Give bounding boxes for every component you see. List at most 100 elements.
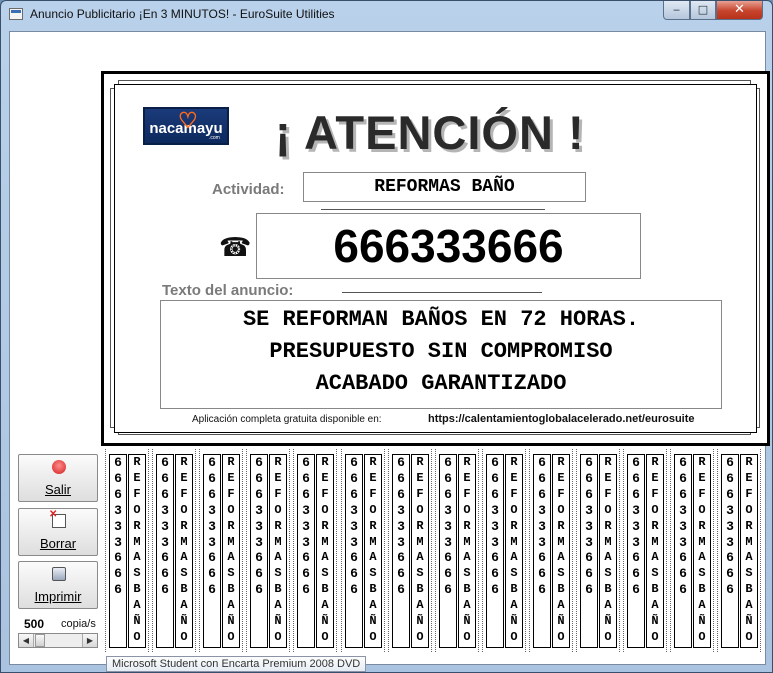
strip-char: R xyxy=(745,518,753,533)
strip-char: A xyxy=(321,550,329,565)
strip-char: R xyxy=(604,455,612,469)
strip-activity: REFORMASBAÑO xyxy=(316,454,334,648)
strip-char: 6 xyxy=(444,582,452,598)
strip-char: Ñ xyxy=(745,614,753,629)
strip-char: R xyxy=(227,518,235,533)
close-button[interactable]: ✕ xyxy=(716,1,763,20)
strip-char: R xyxy=(321,455,329,469)
strip-char: B xyxy=(227,582,235,597)
strip-char: R xyxy=(274,518,282,533)
activity-field[interactable]: REFORMAS BAÑO xyxy=(303,172,586,202)
strip-char: A xyxy=(274,550,282,565)
strip-char: 6 xyxy=(350,486,358,502)
print-button[interactable]: Imprimir xyxy=(18,561,98,609)
strip-char: 3 xyxy=(491,502,499,518)
scroll-thumb[interactable] xyxy=(35,634,45,647)
strip-char: 6 xyxy=(208,550,216,566)
strip-activity: REFORMASBAÑO xyxy=(693,454,711,648)
clear-button[interactable]: Borrar xyxy=(18,508,98,556)
strip-char: A xyxy=(180,598,188,613)
strip-char: S xyxy=(557,566,565,581)
strip-char: F xyxy=(416,486,424,501)
exit-button[interactable]: Salir xyxy=(18,454,98,502)
strip-char: 6 xyxy=(726,486,734,502)
tear-off-strip: 666333666REFORMASBAÑO xyxy=(670,449,714,652)
strip-char: 3 xyxy=(161,502,169,518)
strip-char: O xyxy=(698,629,706,644)
maximize-button[interactable]: □ xyxy=(690,1,716,20)
strip-phone: 666333666 xyxy=(345,454,363,648)
strip-char: R xyxy=(369,455,377,469)
strip-char: M xyxy=(745,534,753,549)
strip-char: R xyxy=(651,455,659,469)
strip-char: 6 xyxy=(538,455,546,470)
strip-char: O xyxy=(651,502,659,517)
strip-char: 3 xyxy=(114,518,122,534)
strip-char: R xyxy=(463,518,471,533)
strip-char: 6 xyxy=(350,455,358,470)
strip-char: A xyxy=(416,550,424,565)
strip-char: A xyxy=(369,550,377,565)
strip-char: 6 xyxy=(726,566,734,582)
strip-char: 3 xyxy=(538,502,546,518)
strip-char: E xyxy=(651,470,659,485)
strip-char: 6 xyxy=(679,486,687,502)
strip-char: R xyxy=(227,455,235,469)
strip-phone: 666333666 xyxy=(674,454,692,648)
strip-char: B xyxy=(745,582,753,597)
strip-char: S xyxy=(651,566,659,581)
strip-char: B xyxy=(604,582,612,597)
copies-scrollbar[interactable]: ◀ ▶ xyxy=(18,633,98,648)
ad-text-field[interactable]: SE REFORMAN BAÑOS EN 72 HORAS. PRESUPUES… xyxy=(160,300,722,409)
strip-char: A xyxy=(557,598,565,613)
strip-char: O xyxy=(321,502,329,517)
strip-char: R xyxy=(321,518,329,533)
strip-char: A xyxy=(180,550,188,565)
strip-char: Ñ xyxy=(416,614,424,629)
strip-char: O xyxy=(463,502,471,517)
phone-field[interactable]: 666333666 xyxy=(256,213,641,279)
footer-url[interactable]: https://calentamientoglobalacelerado.net… xyxy=(428,413,695,425)
strip-char: M xyxy=(557,534,565,549)
strip-char: 6 xyxy=(632,455,640,470)
strip-char: B xyxy=(651,582,659,597)
strip-char: 3 xyxy=(538,534,546,550)
tear-off-strip: 666333666REFORMASBAÑO xyxy=(105,449,149,652)
strip-char: 6 xyxy=(114,582,122,598)
nacamayu-logo[interactable]: ♡ nacamayu .com xyxy=(143,107,229,145)
strip-char: A xyxy=(745,550,753,565)
strip-char: A xyxy=(227,598,235,613)
strip-char: 6 xyxy=(679,582,687,598)
strip-char: A xyxy=(698,598,706,613)
strip-char: A xyxy=(416,598,424,613)
strip-char: O xyxy=(745,502,753,517)
minimize-button[interactable]: ‒ xyxy=(663,1,690,20)
strip-char: 6 xyxy=(114,566,122,582)
scroll-right-icon[interactable]: ▶ xyxy=(82,634,97,647)
strip-char: 3 xyxy=(255,534,263,550)
strip-char: O xyxy=(133,629,141,644)
strip-char: B xyxy=(463,582,471,597)
strip-char: A xyxy=(557,550,565,565)
strip-char: S xyxy=(463,566,471,581)
strip-char: F xyxy=(274,486,282,501)
strip-char: A xyxy=(745,598,753,613)
strip-char: R xyxy=(274,455,282,469)
strip-char: 3 xyxy=(350,518,358,534)
strip-char: 3 xyxy=(491,518,499,534)
strip-char: 6 xyxy=(491,550,499,566)
strip-char: 6 xyxy=(302,470,310,486)
scroll-left-icon[interactable]: ◀ xyxy=(19,634,34,647)
strip-char: 6 xyxy=(302,486,310,502)
strip-char: O xyxy=(557,629,565,644)
title-bar[interactable]: Anuncio Publicitario ¡En 3 MINUTOS! - Eu… xyxy=(1,1,772,28)
printer-icon xyxy=(52,567,66,581)
strip-char: O xyxy=(604,502,612,517)
app-icon[interactable] xyxy=(9,8,23,20)
strip-char: 6 xyxy=(255,550,263,566)
strip-char: B xyxy=(557,582,565,597)
strip-char: 6 xyxy=(726,582,734,598)
strip-char: 6 xyxy=(726,455,734,470)
strip-char: 6 xyxy=(632,470,640,486)
strip-char: R xyxy=(463,455,471,469)
